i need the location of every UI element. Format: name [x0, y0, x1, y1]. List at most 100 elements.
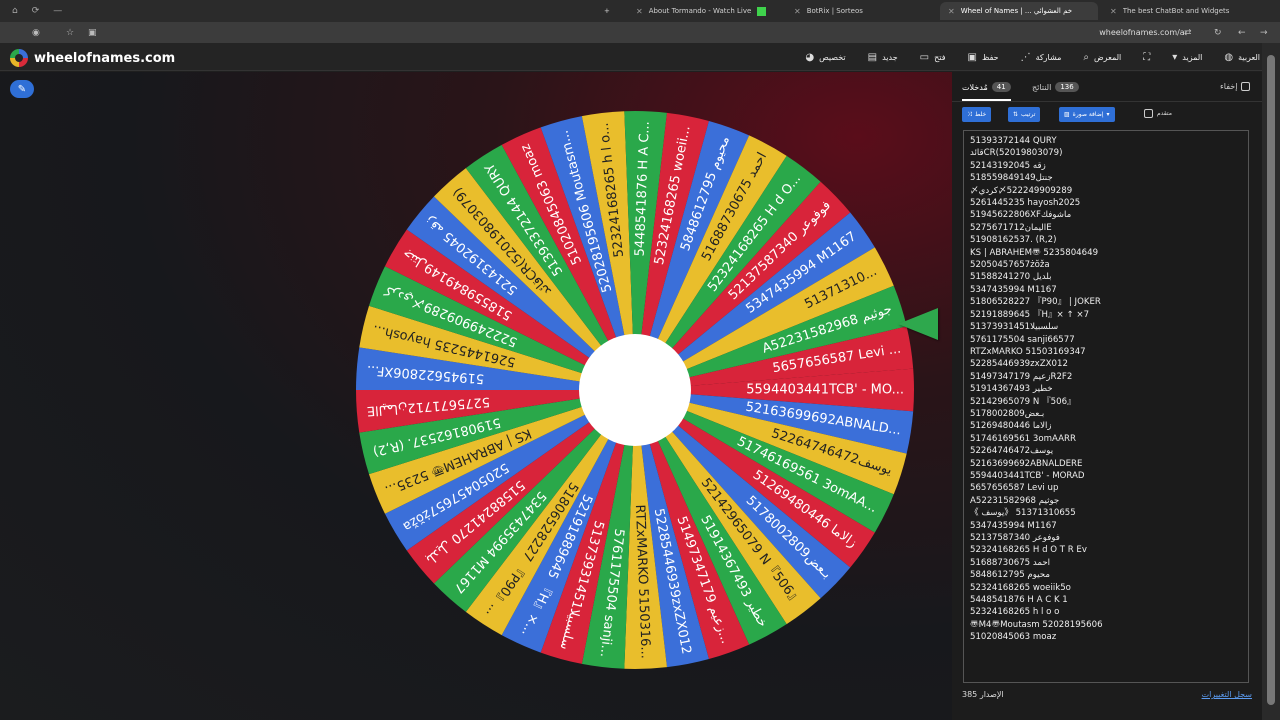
- chevron-down-icon: ▾: [1106, 111, 1110, 118]
- entry-line: 5761175504 sanji66577: [970, 334, 1075, 345]
- browser-tab[interactable]: ✕ About Tormando - Watch Live: [628, 2, 780, 20]
- results-count-badge: 136: [1055, 82, 1079, 92]
- wheel[interactable]: 5594403441TCB' - MO...52163699692ABNALD.…: [350, 105, 920, 675]
- wheel-pointer-icon: [898, 308, 938, 340]
- refresh-icon[interactable]: ↻: [1214, 28, 1222, 38]
- home-icon[interactable]: ⌂: [12, 6, 18, 16]
- tab-title: About Tormando - Watch Live: [648, 7, 752, 15]
- tab-title: The best ChatBot and Widgets: [1122, 7, 1230, 15]
- advanced-toggle[interactable]: متقدم: [1144, 109, 1172, 118]
- entry-line: 51269480446 زالاما: [970, 421, 1052, 432]
- translate-icon[interactable]: ⇄: [1184, 28, 1192, 38]
- scrollbar-thumb[interactable]: [1267, 55, 1275, 705]
- close-icon[interactable]: ✕: [794, 7, 801, 16]
- edit-button[interactable]: ✎: [10, 80, 34, 98]
- tab-results[interactable]: النتائج 136: [1032, 82, 1079, 92]
- share-button[interactable]: ⋰ مشاركة: [1021, 52, 1062, 63]
- entry-line: 52285446939zxZX012: [970, 359, 1068, 370]
- window-controls: ⌂ ⟳ —: [0, 6, 100, 16]
- hide-label: إخفاء: [1220, 82, 1238, 91]
- entry-line: 《 يوسف》 51371310655: [970, 508, 1076, 519]
- address-bar: ◉ ▣ ☆ wheelofnames.com/ar ⇄ ↻ ← →: [0, 22, 1280, 43]
- language-button[interactable]: ◍ العربية: [1224, 52, 1260, 63]
- add-image-button[interactable]: ▨ إضافة صورة ▾: [1059, 107, 1115, 122]
- shuffle-label: خلط: [974, 111, 987, 118]
- hide-checkbox[interactable]: [1241, 82, 1251, 91]
- entry-line: 51914367493 خطير: [970, 384, 1053, 395]
- menu-label: فتح: [934, 52, 946, 62]
- entry-line: قائدCR(52019803079): [970, 148, 1063, 159]
- fullscreen-button[interactable]: ⛶: [1143, 52, 1150, 63]
- menu-label: جديد: [882, 52, 898, 62]
- share-icon: ⋰: [1020, 51, 1031, 63]
- entry-line: 〠M4〠Moutasm 52028195606: [970, 619, 1103, 630]
- close-icon[interactable]: ✕: [636, 7, 643, 16]
- browser-tab-active[interactable]: ✕ Wheel of Names | ... خم العشوائي: [940, 2, 1098, 20]
- save-button[interactable]: ▣ حفظ: [968, 52, 999, 63]
- entries-count-badge: 41: [991, 82, 1011, 92]
- star-icon[interactable]: ☆: [66, 28, 74, 38]
- wheel-hub[interactable]: [579, 334, 691, 446]
- entry-line: 5275671712اليمانE: [970, 222, 1052, 233]
- entry-line: 51373931451سلسبيلا: [970, 322, 1059, 333]
- reload-icon[interactable]: ⟳: [32, 6, 40, 16]
- page-scrollbar[interactable]: [1262, 43, 1280, 720]
- close-icon[interactable]: ✕: [948, 7, 955, 16]
- entry-line: 51945622806XFماشوفك: [970, 210, 1072, 221]
- menu-label: المعرض: [1094, 52, 1122, 62]
- entry-line: 51908162537. (R,2): [970, 235, 1057, 246]
- entry-line: 52050457657żŏža: [970, 260, 1050, 271]
- menu-label: العربية: [1238, 52, 1260, 62]
- more-button[interactable]: ▾ المزيد: [1172, 52, 1202, 63]
- site-info-icon[interactable]: ◉: [32, 28, 40, 38]
- forward-icon[interactable]: →: [1260, 28, 1268, 38]
- version-label: الإصدار 385: [962, 690, 1004, 699]
- changelog-link[interactable]: سجل التغييرات: [1202, 690, 1252, 699]
- shuffle-button[interactable]: ⤨ خلط: [962, 107, 992, 122]
- back-icon[interactable]: ←: [1238, 28, 1246, 38]
- browser-tab[interactable]: ✕ BotRix | Sorteos: [786, 2, 936, 20]
- minimize-icon[interactable]: —: [53, 6, 62, 16]
- advanced-label: متقدم: [1157, 110, 1172, 117]
- entry-line: 52143192045 زقه: [970, 160, 1046, 171]
- site-name: wheelofnames.com: [34, 50, 176, 66]
- site-logo[interactable]: wheelofnames.com: [10, 49, 175, 67]
- folder-icon: ▭: [919, 51, 930, 63]
- url-field[interactable]: wheelofnames.com/ar: [1099, 28, 1188, 37]
- add-image-label: إضافة صورة: [1072, 111, 1104, 118]
- entry-line: 52163699692ABNALDERE: [970, 458, 1083, 469]
- logo-icon: [10, 49, 28, 67]
- entry-line: 5848612795 محيوم: [970, 570, 1050, 581]
- new-button[interactable]: ▤ جديد: [868, 52, 898, 63]
- sort-button[interactable]: ⇅ ترتيب: [1008, 107, 1041, 122]
- entry-line: KS | ABRAHEM〠 5235804649: [970, 247, 1099, 258]
- entry-line: 51746169561 3omAARR: [970, 433, 1076, 444]
- entry-line: 51806528227 『P90』 | JOKER: [970, 297, 1101, 308]
- advanced-checkbox[interactable]: [1144, 109, 1153, 118]
- entry-line: 〆كردي〆522249909289: [970, 185, 1073, 196]
- tab-search-icon[interactable]: ▣: [88, 28, 97, 38]
- hide-toggle[interactable]: إخفاء: [1220, 82, 1251, 91]
- menu-label: مشاركة: [1035, 52, 1062, 62]
- close-icon[interactable]: ✕: [1110, 7, 1117, 16]
- entry-line: A52231582968 جوثيم: [970, 495, 1060, 506]
- wheel-segment-label: 5594403441TCB' - MO...: [746, 383, 904, 398]
- save-icon: ▣: [967, 51, 977, 63]
- customize-button[interactable]: ◕ تخصيص: [805, 52, 845, 63]
- globe-icon: ◍: [1224, 51, 1234, 63]
- tab-entries[interactable]: مُدخلات 41: [962, 82, 1011, 101]
- browser-tab[interactable]: ✕ The best ChatBot and Widgets: [1102, 2, 1258, 20]
- entries-textarea[interactable]: 51393372144 QURY قائدCR(52019803079) 52143…: [963, 130, 1249, 683]
- entry-line: 52324168265 h l o o: [970, 607, 1060, 618]
- entry-line: 51588241270 بلديل: [970, 272, 1052, 283]
- open-button[interactable]: ▭ فتح: [920, 52, 946, 63]
- entry-line: 5448541876 H A C K 1: [970, 595, 1068, 606]
- entry-line: 5347435994 M1167: [970, 284, 1057, 295]
- entry-line: 51497347179 زعيمR2F2: [970, 371, 1073, 382]
- new-tab-button[interactable]: +: [604, 2, 618, 20]
- gallery-button[interactable]: ⌕ المعرض: [1083, 52, 1121, 63]
- shuffle-icon: ⤨: [967, 110, 972, 118]
- new-file-icon: ▤: [867, 51, 878, 63]
- entry-line: 51020845063 moaz: [970, 632, 1057, 643]
- entry-line: 5594403441TCB' - MORAD: [970, 470, 1085, 481]
